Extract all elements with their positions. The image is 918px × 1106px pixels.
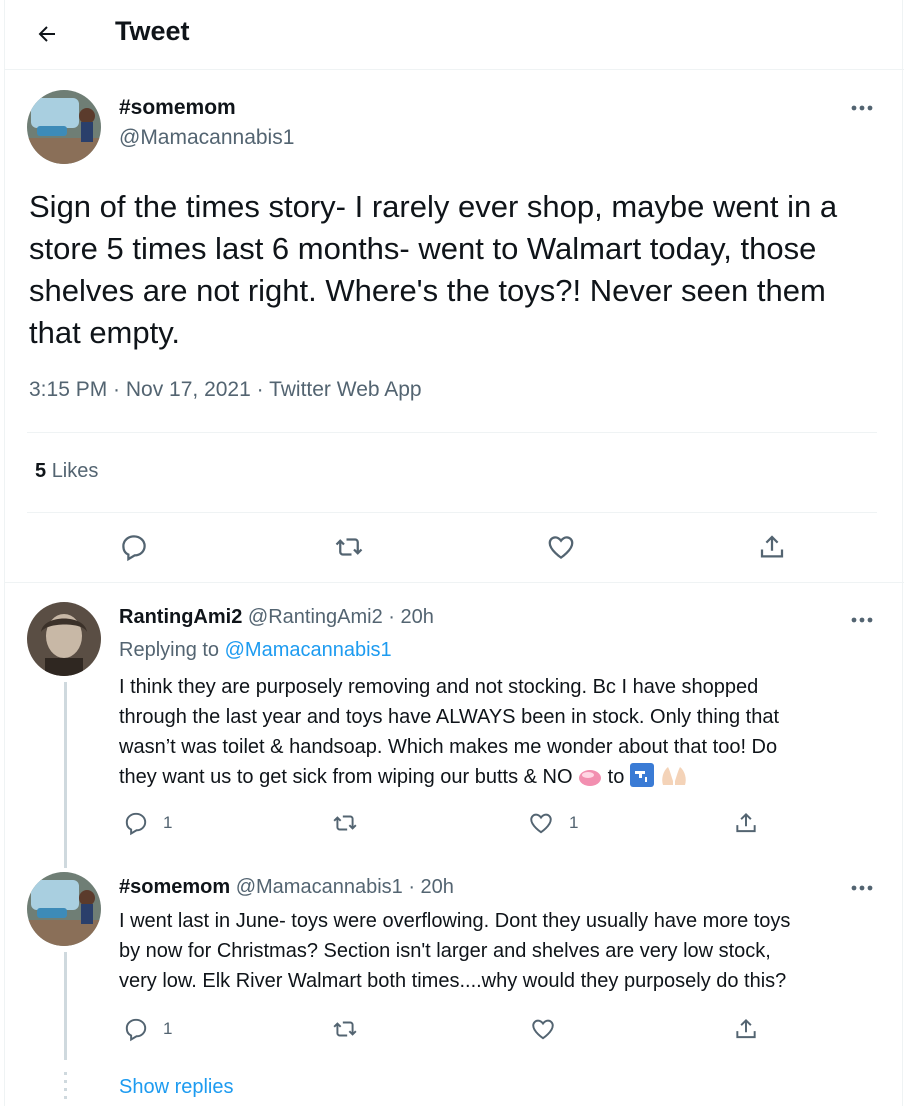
reply-button[interactable] [119, 532, 149, 562]
retweet-icon [333, 1021, 357, 1037]
reply-text: I went last in June- toys were overflowi… [119, 910, 791, 992]
share-button[interactable] [733, 810, 759, 836]
heart-icon [532, 1019, 554, 1040]
retweet-icon [335, 538, 363, 556]
thread-dots-icon [64, 1072, 67, 1099]
share-button[interactable] [757, 532, 787, 562]
retweet-button[interactable] [331, 1016, 359, 1042]
header: Tweet [5, 0, 904, 70]
reply-author-name[interactable]: #somemom [119, 876, 230, 898]
hands-icon [659, 763, 689, 796]
reply-icon [125, 812, 147, 836]
reply-author-row[interactable]: #somemom @Mamacannabis1 · 20h [119, 876, 454, 899]
more-icon [851, 617, 873, 623]
reply-icon [122, 535, 146, 562]
more-icon [851, 105, 873, 111]
more-options-button[interactable] [847, 878, 877, 898]
divider [5, 582, 904, 583]
reply-count: 1 [163, 813, 173, 832]
more-options-button[interactable] [847, 610, 877, 630]
faucet-icon [629, 763, 654, 796]
thread-line [64, 952, 67, 1060]
share-button[interactable] [733, 1016, 759, 1042]
reply-author-name[interactable]: RantingAmi2 [119, 606, 242, 628]
reply-handle-time[interactable]: @RantingAmi2 · 20h [248, 606, 434, 628]
retweet-button[interactable] [333, 532, 365, 562]
replying-to: Replying to @Mamacannabis1 [119, 639, 392, 661]
retweet-icon [333, 815, 357, 831]
divider [27, 512, 877, 513]
page-title: Tweet [115, 16, 190, 46]
retweet-button[interactable] [331, 810, 359, 836]
share-icon [760, 535, 784, 558]
more-options-button[interactable] [847, 98, 877, 118]
more-icon [851, 885, 873, 891]
reply-button[interactable]: 1 [123, 1016, 172, 1042]
likes-count[interactable]: 5 Likes [35, 460, 98, 483]
like-button[interactable] [545, 532, 577, 562]
reply-text: I think they are purposely removing and … [119, 672, 879, 796]
reply-handle-time[interactable]: @Mamacannabis1 · 20h [236, 876, 454, 898]
tweet-timestamp[interactable]: 3:15 PM · Nov 17, 2021 · Twitter Web App [29, 378, 422, 402]
author-handle[interactable]: @Mamacannabis1 [119, 126, 294, 150]
reply-icon [125, 1018, 147, 1042]
avatar[interactable] [27, 90, 101, 164]
tweet-page: Tweet #somemom @Mamacannabis1 Sign of th… [4, 0, 904, 1106]
divider [27, 432, 877, 433]
reply-button[interactable]: 1 [123, 810, 172, 836]
replying-to-link[interactable]: @Mamacannabis1 [225, 639, 392, 661]
avatar[interactable] [27, 602, 101, 676]
share-icon [736, 1018, 756, 1039]
avatar[interactable] [27, 872, 101, 946]
like-count: 1 [569, 813, 579, 832]
like-button[interactable] [529, 1016, 557, 1042]
back-button[interactable] [27, 14, 67, 54]
heart-icon [548, 536, 574, 559]
arrow-left-icon [38, 26, 55, 42]
thread-line [64, 682, 67, 868]
tweet-text: Sign of the times story- I rarely ever s… [29, 189, 838, 350]
show-replies-link[interactable]: Show replies [119, 1076, 234, 1099]
soap-icon [578, 765, 602, 796]
author-name[interactable]: #somemom [119, 96, 236, 120]
reply-author-row[interactable]: RantingAmi2 @RantingAmi2 · 20h [119, 606, 434, 629]
reply-count: 1 [163, 1019, 173, 1038]
share-icon [736, 812, 756, 833]
heart-icon [530, 813, 552, 834]
like-button[interactable]: 1 [527, 810, 578, 836]
